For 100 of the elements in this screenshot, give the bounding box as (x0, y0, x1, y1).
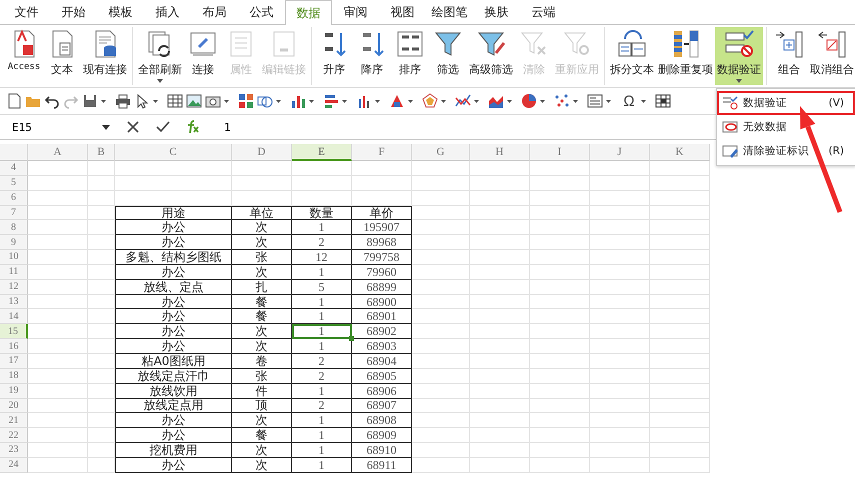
grid-cell[interactable] (28, 339, 88, 354)
grid-cell[interactable] (650, 324, 710, 340)
grid-cell[interactable] (530, 250, 590, 265)
grid-cell[interactable] (530, 324, 590, 340)
grid-cell[interactable] (590, 354, 650, 369)
menu-tab[interactable]: 数据 (285, 0, 332, 25)
grid-cell[interactable] (412, 458, 470, 473)
grid-cell[interactable] (530, 280, 590, 295)
grid-cell[interactable] (28, 384, 88, 398)
grid-cell[interactable] (28, 428, 88, 444)
grid-cell[interactable] (590, 176, 650, 191)
grid-cell[interactable] (470, 368, 530, 384)
grid-cell[interactable] (650, 235, 710, 250)
grid-cell[interactable] (88, 368, 115, 384)
ribbon-button[interactable]: 删除重复项 (656, 27, 715, 85)
grid-cell[interactable] (590, 368, 650, 384)
grid-cell[interactable] (352, 176, 412, 191)
grid-cell[interactable] (115, 176, 232, 191)
menu-item[interactable]: 无效数据 (717, 115, 855, 139)
grid-cell[interactable] (470, 206, 530, 220)
grid-cell[interactable] (590, 280, 650, 295)
ribbon-button[interactable]: 组合 (770, 27, 808, 85)
grid-cell[interactable] (650, 220, 710, 236)
grid-cell[interactable] (590, 309, 650, 324)
row-header[interactable]: 5 (0, 176, 28, 191)
grid-cell[interactable] (28, 413, 88, 428)
grid-cell[interactable] (530, 309, 590, 324)
grid-cell[interactable] (470, 339, 530, 354)
new-document-icon[interactable] (6, 93, 22, 109)
grid-cell[interactable] (28, 176, 88, 191)
caret-icon[interactable] (342, 100, 347, 102)
grid-cell[interactable] (88, 264, 115, 280)
grid-cell[interactable] (232, 161, 292, 176)
grid-cell[interactable] (530, 443, 590, 458)
grid-cell[interactable] (88, 443, 115, 458)
grid-cell[interactable] (650, 368, 710, 384)
name-box[interactable]: E15 (0, 120, 92, 134)
ribbon-button[interactable]: 拆分文本 (608, 27, 656, 85)
grid-cell[interactable] (650, 309, 710, 324)
grid-cell[interactable] (590, 324, 650, 340)
grid-cell[interactable] (590, 294, 650, 310)
caret-icon[interactable] (375, 100, 380, 102)
caret-icon[interactable] (573, 100, 578, 102)
row-header[interactable]: 13 (0, 294, 28, 310)
column-header[interactable]: H (470, 144, 530, 161)
grid-cell[interactable] (650, 443, 710, 458)
grid-cell[interactable] (352, 190, 412, 206)
caret-icon[interactable] (441, 100, 446, 102)
check-icon[interactable] (156, 120, 170, 134)
grid-cell[interactable] (530, 220, 590, 236)
grid-cell[interactable] (88, 324, 115, 340)
ribbon-button[interactable]: 现有连接 (81, 27, 129, 85)
ribbon-button[interactable]: 升序 (315, 27, 353, 85)
fill-handle[interactable] (349, 336, 354, 342)
cancel-icon[interactable] (126, 120, 140, 134)
grid-cell[interactable] (88, 176, 115, 191)
grid-cell[interactable] (590, 264, 650, 280)
grid-cell[interactable] (530, 428, 590, 444)
grid-cell[interactable] (412, 294, 470, 310)
caret-icon[interactable] (540, 100, 545, 102)
grid-cell[interactable] (28, 161, 88, 176)
grid-cell[interactable] (412, 324, 470, 340)
grid-cell[interactable] (88, 190, 115, 206)
menu-tab[interactable]: 绘图笔 (426, 0, 473, 24)
row-header[interactable]: 9 (0, 235, 28, 250)
menu-tab[interactable]: 公式 (238, 0, 285, 24)
grid-cell[interactable] (88, 161, 115, 176)
grid-cell[interactable] (412, 384, 470, 398)
grid-cell[interactable] (650, 339, 710, 354)
ribbon-button[interactable]: 筛选 (429, 27, 467, 85)
caret-icon[interactable] (507, 100, 512, 102)
menu-tab[interactable]: 审阅 (332, 0, 379, 24)
grid-cell[interactable] (590, 428, 650, 444)
column-header[interactable]: K (650, 144, 710, 161)
grid-cell[interactable] (88, 309, 115, 324)
row-header[interactable]: 7 (0, 206, 28, 220)
grid-cell[interactable] (470, 250, 530, 265)
grid-cell[interactable] (650, 428, 710, 444)
grid-cell[interactable] (650, 206, 710, 220)
grid-cell[interactable] (412, 250, 470, 265)
grid-cell[interactable] (530, 235, 590, 250)
grid-cell[interactable] (28, 443, 88, 458)
grid-cell[interactable] (650, 413, 710, 428)
pie-chart-icon[interactable] (521, 93, 537, 109)
grid-cell[interactable] (470, 384, 530, 398)
grid-cell[interactable] (470, 309, 530, 324)
grid-cell[interactable] (650, 176, 710, 191)
grid-cell[interactable] (232, 190, 292, 206)
grid-cell[interactable] (28, 250, 88, 265)
menu-tab[interactable]: 模板 (97, 0, 144, 24)
grid-cell[interactable] (530, 190, 590, 206)
grid-cell[interactable] (590, 458, 650, 473)
grid-cell[interactable] (115, 190, 232, 206)
grid-cell[interactable] (352, 161, 412, 176)
ribbon-button[interactable]: 连接 (184, 27, 222, 85)
grid-cell[interactable] (412, 235, 470, 250)
symbol-button[interactable]: Ω (620, 92, 638, 110)
grid-cell[interactable] (530, 264, 590, 280)
ribbon-button[interactable]: 排序 (391, 27, 429, 85)
grid-cell[interactable] (470, 264, 530, 280)
